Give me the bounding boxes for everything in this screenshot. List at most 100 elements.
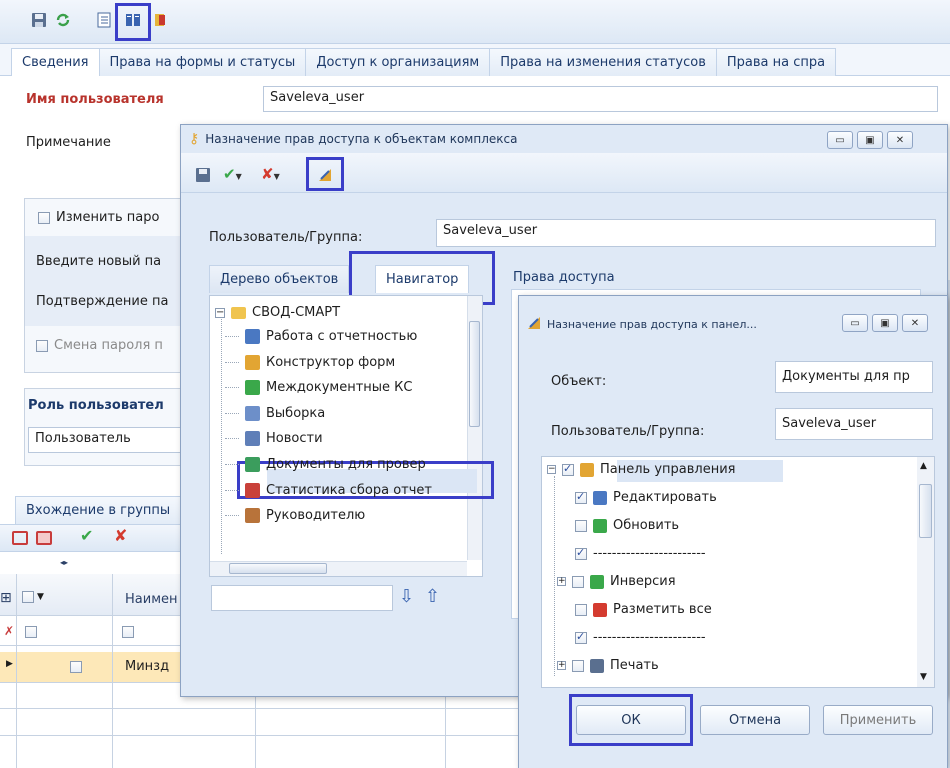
grid-expand-icon[interactable]: ⊞ (0, 590, 12, 606)
tree-item[interactable]: Конструктор форм (225, 354, 395, 370)
rights-item-label: Инверсия (610, 574, 676, 589)
dialog1-save-icon[interactable] (195, 167, 211, 187)
save-icon[interactable] (30, 11, 48, 29)
dialog2-minimize-button[interactable]: ▭ (842, 314, 868, 332)
dialog2-maximize-button[interactable]: ▣ (872, 314, 898, 332)
username-input[interactable]: Saveleva_user (263, 86, 938, 112)
manager-icon (245, 508, 260, 524)
tree-root[interactable]: − СВОД-СМАРТ (215, 305, 340, 320)
expand-icon[interactable]: + (557, 661, 566, 670)
refresh-icon[interactable] (54, 11, 72, 29)
list-icon[interactable] (95, 11, 113, 29)
object-input[interactable]: Документы для пр (775, 361, 933, 393)
dialog1-close-button[interactable]: ✕ (887, 131, 913, 149)
password-change-checkbox[interactable]: Смена пароля п (36, 338, 163, 353)
tree-item[interactable]: Новости (225, 431, 323, 447)
table-row[interactable] (0, 652, 200, 682)
dialog1-rights-label: Права доступа (513, 270, 615, 285)
search-up-icon[interactable]: ⇧ (425, 586, 440, 607)
expand-icon[interactable]: + (557, 577, 566, 586)
username-label: Имя пользователя (26, 92, 164, 107)
uncheck-icon[interactable]: ✘ (114, 526, 127, 545)
collapse-icon[interactable]: − (547, 465, 556, 474)
tab-forms-rights[interactable]: Права на формы и статусы (98, 48, 307, 76)
rights-checkbox[interactable] (575, 630, 587, 644)
tree-item[interactable]: Руководителю (225, 508, 365, 524)
grid-filter-checkbox-2[interactable] (122, 624, 134, 639)
apply-button[interactable]: Применить (823, 705, 933, 735)
tab-ref-rights[interactable]: Права на спра (715, 48, 837, 76)
grid-filter-checkbox[interactable] (25, 624, 37, 639)
grid-filter-icon[interactable]: ✗ (4, 624, 14, 638)
dialog1-minimize-button[interactable]: ▭ (827, 131, 853, 149)
tree-item-label: Документы для провер (266, 457, 426, 472)
grid-header-checkbox[interactable]: ▼ (22, 591, 44, 603)
book-icon[interactable] (124, 11, 142, 29)
rights-item[interactable]: ------------------------ (575, 546, 706, 561)
rights-item[interactable]: + Инверсия (557, 574, 676, 589)
tree-item[interactable]: Документы для провер (225, 457, 426, 472)
dialog1-user-input[interactable]: Saveleva_user (436, 219, 936, 247)
dialog1-check-icon[interactable]: ✔▼ (223, 165, 242, 183)
rights-item[interactable]: Обновить (575, 518, 679, 533)
add-group-icon[interactable] (12, 531, 28, 545)
scroll-arrows-icon[interactable]: ◂▸ (60, 558, 68, 567)
tree-item[interactable]: Работа с отчетностью (225, 329, 417, 344)
rights-item[interactable]: Редактировать (575, 490, 717, 505)
rights-item[interactable]: ------------------------ (575, 630, 706, 645)
rights-checkbox[interactable] (575, 490, 587, 504)
remove-group-icon[interactable] (36, 531, 52, 545)
grid-header-box[interactable] (22, 591, 34, 603)
change-password-box[interactable] (38, 211, 50, 224)
check-docs-icon (245, 457, 260, 472)
check-icon[interactable]: ✔ (80, 526, 93, 545)
dialog2-user-input[interactable]: Saveleva_user (775, 408, 933, 440)
tab-org-access[interactable]: Доступ к организациям (305, 48, 491, 76)
tree-hscroll-thumb[interactable] (229, 563, 327, 574)
key-icon: ⚷ (189, 131, 200, 147)
tab-info[interactable]: Сведения (11, 48, 100, 76)
tree-item[interactable]: Выборка (225, 405, 326, 421)
rights-checkbox[interactable] (575, 546, 587, 560)
rights-tree-vscroll-thumb[interactable] (919, 484, 932, 538)
role-select[interactable]: Пользователь (28, 427, 193, 453)
search-down-icon[interactable]: ⇩ (399, 586, 414, 607)
news-icon (245, 431, 260, 447)
rights-checkbox[interactable] (575, 519, 587, 532)
cancel-button[interactable]: Отмена (700, 705, 810, 735)
tree-root-label: СВОД-СМАРТ (252, 305, 341, 320)
tree-item[interactable]: Междокументные КС (225, 380, 413, 396)
edit-icon (593, 490, 607, 505)
rights-checkbox[interactable] (572, 659, 584, 672)
dialog1-panel-icon[interactable] (317, 167, 333, 187)
change-password-checkbox[interactable]: Изменить паро (38, 210, 159, 225)
rights-item[interactable]: + Печать (557, 658, 659, 673)
rights-checkbox[interactable] (575, 603, 587, 616)
rights-checkbox[interactable] (572, 575, 584, 588)
dialog2-close-button[interactable]: ✕ (902, 314, 928, 332)
tree-vscroll-thumb[interactable] (469, 321, 480, 427)
tree-item[interactable]: Статистика сбора отчет (225, 482, 432, 498)
row-checkbox[interactable] (70, 659, 82, 674)
groups-toolbar (0, 524, 190, 552)
dialog1-tab-navigator[interactable]: Навигатор (375, 265, 470, 293)
tree-item-label: Выборка (266, 405, 326, 421)
dialog1-tab-tree[interactable]: Дерево объектов (209, 265, 350, 293)
tree-search-input[interactable] (211, 585, 393, 611)
scroll-down-icon[interactable]: ▼ (920, 672, 927, 682)
tree-item-label: Междокументные КС (266, 380, 413, 396)
dialog1-maximize-button[interactable]: ▣ (857, 131, 883, 149)
tab-groups[interactable]: Вхождение в группы (15, 496, 190, 524)
rights-item[interactable]: Разметить все (575, 602, 712, 617)
scroll-up-icon[interactable]: ▲ (920, 461, 927, 471)
rights-item[interactable]: − Панель управления (547, 462, 736, 477)
ok-button[interactable]: ОК (576, 705, 686, 735)
tab-status-rights[interactable]: Права на изменения статусов (489, 48, 717, 76)
exit-icon[interactable] (152, 11, 170, 29)
rights-checkbox[interactable] (562, 462, 574, 476)
invert-icon (590, 574, 604, 589)
password-change-box[interactable] (36, 339, 48, 352)
collapse-icon[interactable]: − (215, 307, 225, 318)
dialog1-uncheck-icon[interactable]: ✘▼ (261, 165, 280, 183)
rights-item-label: ------------------------ (593, 630, 706, 645)
